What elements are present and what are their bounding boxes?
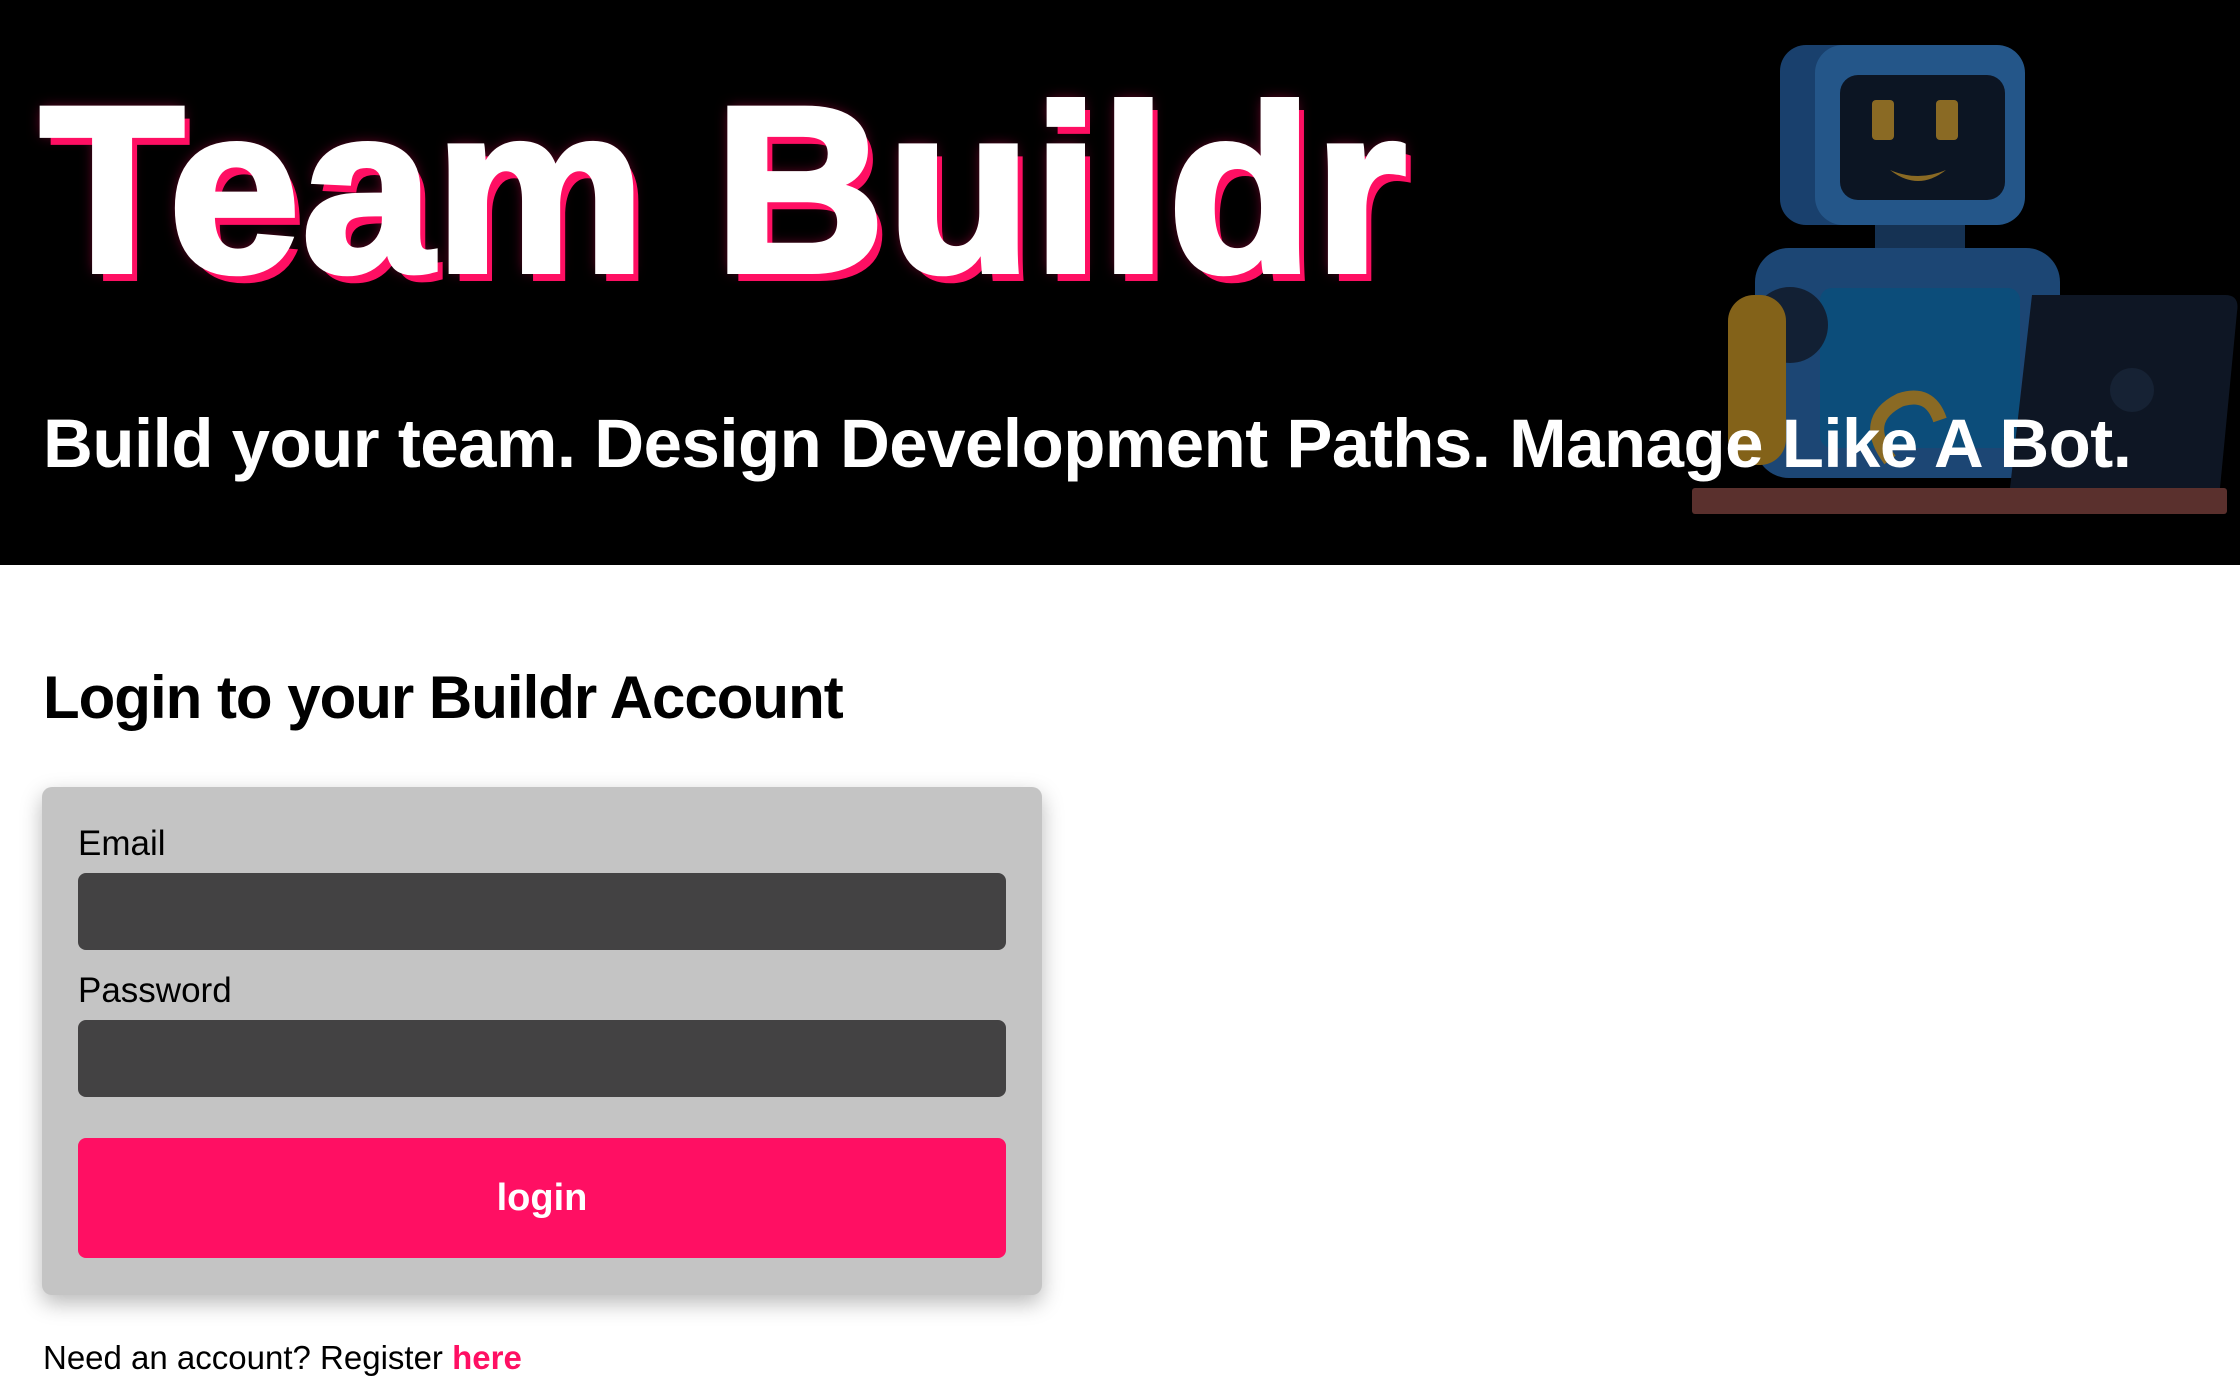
- tagline: Build your team. Design Development Path…: [43, 405, 2132, 482]
- app-title: Team Buildr: [37, 58, 1409, 322]
- hero-banner: Team Buildr Build your team. Design Deve…: [0, 0, 2240, 565]
- password-label: Password: [78, 971, 232, 1010]
- login-form: Email Password login: [42, 787, 1042, 1295]
- register-prompt: Need an account? Register here: [43, 1341, 522, 1374]
- register-prompt-text: Need an account? Register: [43, 1339, 443, 1376]
- login-section: Login to your Buildr Account Email Passw…: [0, 565, 2240, 1388]
- password-field[interactable]: [78, 1020, 1006, 1097]
- register-link[interactable]: here: [452, 1339, 522, 1376]
- login-button[interactable]: login: [78, 1138, 1006, 1258]
- email-field[interactable]: [78, 873, 1006, 950]
- login-heading: Login to your Buildr Account: [43, 664, 844, 731]
- email-label: Email: [78, 824, 166, 863]
